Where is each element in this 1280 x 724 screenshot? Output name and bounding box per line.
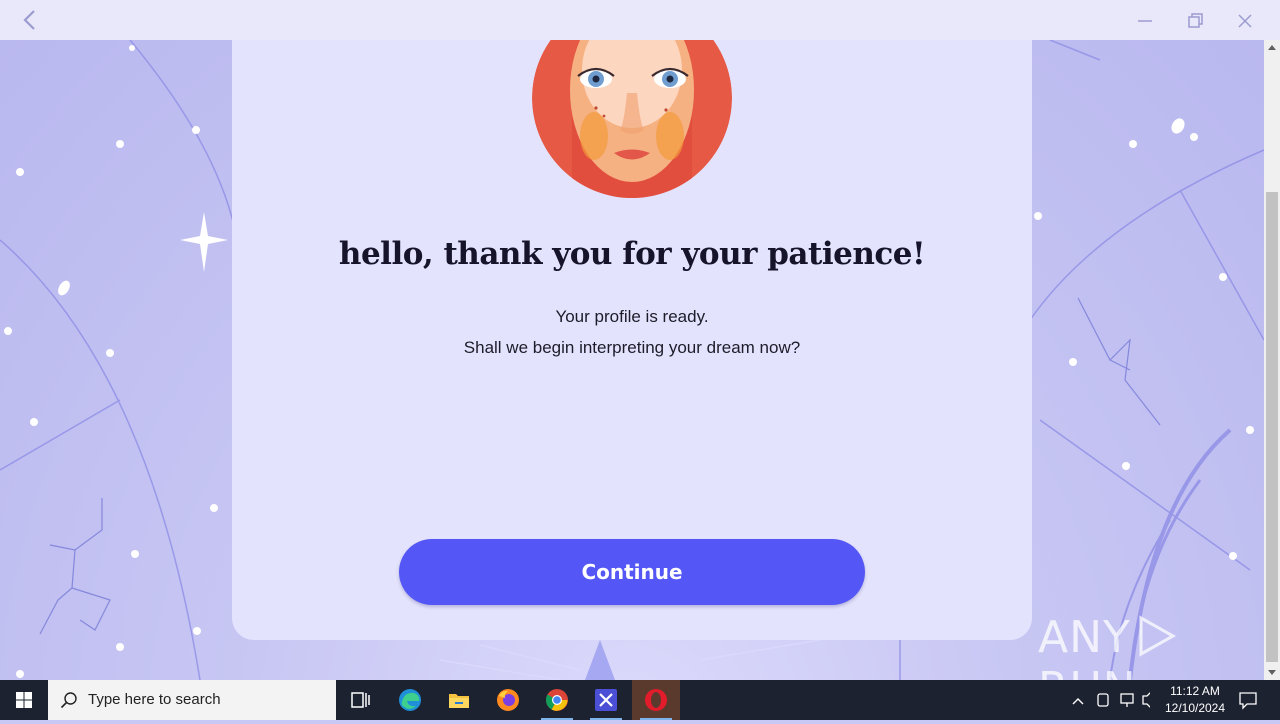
- clock-date: 12/10/2024: [1164, 701, 1226, 715]
- profile-ready-text: Your profile is ready.: [555, 307, 709, 326]
- dream-prompt-text: Shall we begin interpreting your dream n…: [463, 338, 801, 357]
- folder-icon: [449, 694, 469, 708]
- task-view-icon: [351, 692, 370, 708]
- vertical-scrollbar[interactable]: [1264, 40, 1280, 680]
- system-tray-icons[interactable]: [1070, 680, 1150, 720]
- taskbar-firefox[interactable]: [484, 680, 532, 720]
- chevron-left-icon[interactable]: [18, 8, 42, 32]
- edge-icon: [399, 689, 421, 711]
- page-title: hello, thank you for your patience!: [338, 236, 926, 272]
- scrollbar-thumb[interactable]: [1266, 192, 1278, 662]
- start-button[interactable]: [0, 680, 48, 720]
- restore-icon[interactable]: [1184, 10, 1206, 32]
- taskbar-dream-app[interactable]: [582, 680, 630, 720]
- taskbar-opera[interactable]: [632, 680, 680, 720]
- clock-time: 11:12 AM: [1170, 684, 1220, 698]
- chrome-icon: [546, 689, 568, 711]
- scroll-down-arrow-icon[interactable]: [1264, 664, 1280, 680]
- taskbar-edge[interactable]: [386, 680, 434, 720]
- notification-icon[interactable]: [1238, 690, 1258, 710]
- profile-ready-card: hello, thank you for your patience! Your…: [232, 0, 1032, 640]
- app-icon: [595, 689, 617, 711]
- taskbar-file-explorer[interactable]: [435, 680, 483, 720]
- opera-icon: [645, 689, 667, 711]
- watermark-left-text: ANY: [1038, 612, 1131, 663]
- taskbar-chrome[interactable]: [533, 680, 581, 720]
- close-icon[interactable]: [1234, 10, 1256, 32]
- firefox-icon: [497, 689, 519, 711]
- scroll-up-arrow-icon[interactable]: [1264, 40, 1280, 56]
- play-logo-icon: [1139, 615, 1176, 657]
- continue-button[interactable]: Continue: [399, 539, 865, 605]
- task-view-button[interactable]: [336, 680, 384, 720]
- search-icon: [60, 692, 77, 709]
- window-titlebar: [0, 0, 1280, 40]
- taskbar-clock[interactable]: 11:12 AM 12/10/2024: [1160, 683, 1230, 717]
- minimize-icon[interactable]: [1134, 10, 1156, 32]
- search-placeholder: Type here to search: [88, 691, 221, 708]
- windows-taskbar: Type here to search 11:12 AM 12/10/2024: [0, 680, 1280, 720]
- taskbar-search-box[interactable]: Type here to search: [48, 680, 336, 720]
- windows-logo-icon: [16, 692, 32, 708]
